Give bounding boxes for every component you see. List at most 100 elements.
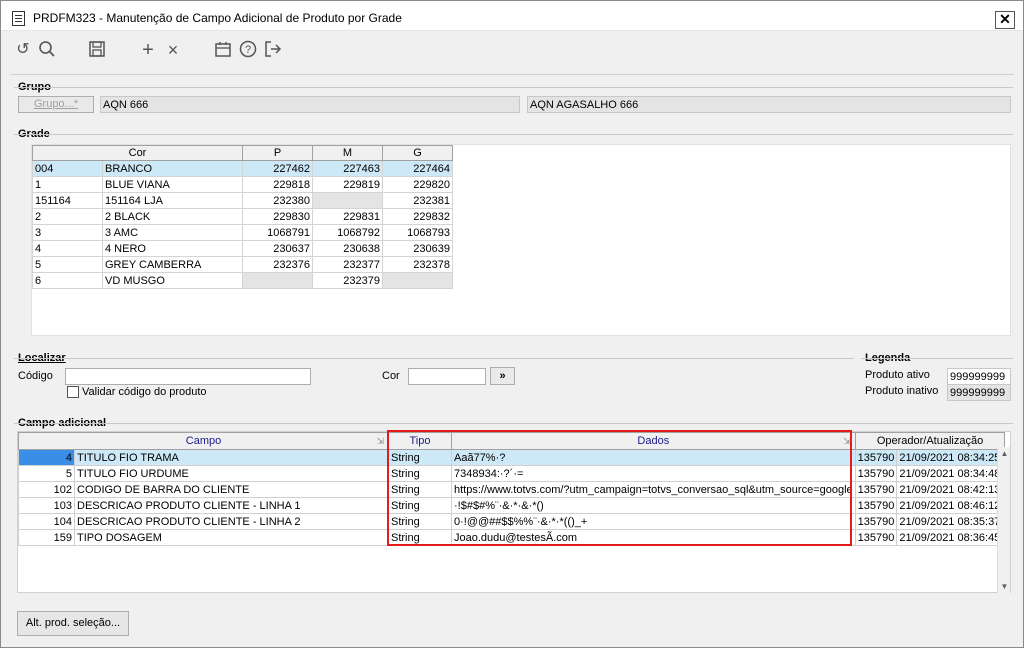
grade-cell-p[interactable] xyxy=(242,272,313,289)
campo-cell-num[interactable]: 5 xyxy=(18,465,75,482)
grade-cell-m[interactable]: 229831 xyxy=(312,208,383,225)
save-icon[interactable] xyxy=(87,40,107,60)
campo-cell-nome[interactable]: TIPO DOSAGEM xyxy=(74,529,389,546)
campo-cell-nome[interactable]: TITULO FIO URDUME xyxy=(74,465,389,482)
grade-row[interactable]: 5 GREY CAMBERRA 232376 232377 232378 xyxy=(32,256,453,273)
grade-cell-m[interactable]: 229819 xyxy=(312,176,383,193)
grade-cell-g[interactable]: 227464 xyxy=(382,160,453,177)
window-title: PRDFM323 - Manutenção de Campo Adicional… xyxy=(33,11,402,25)
exit-icon[interactable] xyxy=(263,40,283,60)
grade-cell-name[interactable]: VD MUSGO xyxy=(102,272,243,289)
grade-cell-m[interactable] xyxy=(312,192,383,209)
alt-prod-selecao-button[interactable]: Alt. prod. seleção... xyxy=(17,611,129,636)
grade-cell-p[interactable]: 1068791 xyxy=(242,224,313,241)
grade-cell-code[interactable]: 4 xyxy=(32,240,103,257)
header-operador[interactable]: Operador/Atualização xyxy=(854,432,1006,450)
campo-cell-data[interactable]: 21/09/2021 08:46:12 xyxy=(896,497,1006,514)
grade-cell-g[interactable]: 229832 xyxy=(382,208,453,225)
grade-cell-p[interactable]: 232380 xyxy=(242,192,313,209)
grade-row[interactable]: 2 2 BLACK 229830 229831 229832 xyxy=(32,208,453,225)
localizar-go-button[interactable]: » xyxy=(490,367,515,385)
grade-cell-g[interactable]: 232378 xyxy=(382,256,453,273)
grade-row[interactable]: 004 BRANCO 227462 227463 227464 xyxy=(32,160,453,177)
campo-cell-operador[interactable]: 135790 xyxy=(854,497,898,514)
grade-cell-g[interactable]: 230639 xyxy=(382,240,453,257)
scroll-down-icon[interactable]: ▼ xyxy=(998,580,1011,593)
campo-cell-num[interactable]: 159 xyxy=(18,529,75,546)
grade-cell-g[interactable]: 232381 xyxy=(382,192,453,209)
scroll-up-icon[interactable]: ▲ xyxy=(998,447,1011,460)
validar-checkbox[interactable] xyxy=(67,386,79,398)
grade-cell-p[interactable]: 229830 xyxy=(242,208,313,225)
grade-row[interactable]: 151164 151164 LJA 232380 232381 xyxy=(32,192,453,209)
calendar-icon[interactable] xyxy=(213,40,233,60)
campo-cell-data[interactable]: 21/09/2021 08:35:37 xyxy=(896,513,1006,530)
campo-cell-operador[interactable]: 135790 xyxy=(854,529,898,546)
close-button[interactable]: ✕ xyxy=(995,11,1015,29)
search-icon[interactable] xyxy=(37,40,57,60)
grade-cell-code[interactable]: 6 xyxy=(32,272,103,289)
header-campo[interactable]: Campo ⇲ xyxy=(18,432,389,450)
grade-cell-m[interactable]: 232377 xyxy=(312,256,383,273)
svg-text:?: ? xyxy=(245,44,251,56)
grade-cell-p[interactable]: 229818 xyxy=(242,176,313,193)
campo-cell-nome[interactable]: TITULO FIO TRAMA xyxy=(74,449,389,466)
grade-cell-p[interactable]: 230637 xyxy=(242,240,313,257)
grade-cell-name[interactable]: BRANCO xyxy=(102,160,243,177)
grade-header-p[interactable]: P xyxy=(242,145,313,161)
grade-cell-g[interactable] xyxy=(382,272,453,289)
grade-row[interactable]: 3 3 AMC 1068791 1068792 1068793 xyxy=(32,224,453,241)
grade-cell-g[interactable]: 1068793 xyxy=(382,224,453,241)
campo-cell-data[interactable]: 21/09/2021 08:34:25 xyxy=(896,449,1006,466)
refresh-icon[interactable]: ↺ xyxy=(13,40,33,60)
grade-header-g[interactable]: G xyxy=(382,145,453,161)
delete-icon[interactable]: × xyxy=(163,40,183,60)
grade-grid[interactable]: Cor P M G 004 BRANCO 227462 227463 22746… xyxy=(31,144,1011,336)
help-icon[interactable]: ? xyxy=(238,40,258,60)
grade-cell-code[interactable]: 2 xyxy=(32,208,103,225)
grade-cell-name[interactable]: 2 BLACK xyxy=(102,208,243,225)
campo-cell-num[interactable]: 103 xyxy=(18,497,75,514)
grade-cell-m[interactable]: 230638 xyxy=(312,240,383,257)
campo-cell-num[interactable]: 104 xyxy=(18,513,75,530)
grade-cell-name[interactable]: 3 AMC xyxy=(102,224,243,241)
grade-cell-g[interactable]: 229820 xyxy=(382,176,453,193)
grade-cell-p[interactable]: 227462 xyxy=(242,160,313,177)
campo-cell-num[interactable]: 4 xyxy=(18,449,75,466)
campo-cell-data[interactable]: 21/09/2021 08:42:13 xyxy=(896,481,1006,498)
grade-cell-m[interactable]: 1068792 xyxy=(312,224,383,241)
grade-cell-code[interactable]: 5 xyxy=(32,256,103,273)
campo-cell-data[interactable]: 21/09/2021 08:36:45 xyxy=(896,529,1006,546)
validar-checkbox-label: Validar código do produto xyxy=(82,386,207,398)
campo-cell-data[interactable]: 21/09/2021 08:34:48 xyxy=(896,465,1006,482)
grade-row[interactable]: 6 VD MUSGO 232379 xyxy=(32,272,453,289)
grade-cell-name[interactable]: GREY CAMBERRA xyxy=(102,256,243,273)
grade-cell-code[interactable]: 004 xyxy=(32,160,103,177)
campo-cell-operador[interactable]: 135790 xyxy=(854,481,898,498)
grupo-button[interactable]: Grupo...* xyxy=(18,96,94,113)
grade-cell-name[interactable]: 151164 LJA xyxy=(102,192,243,209)
grade-header-m[interactable]: M xyxy=(312,145,383,161)
campo-cell-nome[interactable]: DESCRICAO PRODUTO CLIENTE - LINHA 2 xyxy=(74,513,389,530)
campo-vertical-scrollbar[interactable]: ▲ ▼ xyxy=(997,447,1010,593)
grade-cell-code[interactable]: 151164 xyxy=(32,192,103,209)
campo-cell-num[interactable]: 102 xyxy=(18,481,75,498)
grade-row[interactable]: 1 BLUE VIANA 229818 229819 229820 xyxy=(32,176,453,193)
cor-input[interactable] xyxy=(408,368,486,385)
add-icon[interactable]: + xyxy=(138,40,158,60)
grade-cell-code[interactable]: 3 xyxy=(32,224,103,241)
grade-cell-p[interactable]: 232376 xyxy=(242,256,313,273)
grade-cell-name[interactable]: 4 NERO xyxy=(102,240,243,257)
grade-cell-m[interactable]: 227463 xyxy=(312,160,383,177)
campo-cell-nome[interactable]: DESCRICAO PRODUTO CLIENTE - LINHA 1 xyxy=(74,497,389,514)
campo-cell-operador[interactable]: 135790 xyxy=(854,465,898,482)
campo-cell-operador[interactable]: 135790 xyxy=(854,449,898,466)
campo-cell-operador[interactable]: 135790 xyxy=(854,513,898,530)
campo-cell-nome[interactable]: CODIGO DE BARRA DO CLIENTE xyxy=(74,481,389,498)
grade-cell-name[interactable]: BLUE VIANA xyxy=(102,176,243,193)
codigo-input[interactable] xyxy=(65,368,311,385)
grade-header-cor[interactable]: Cor xyxy=(32,145,243,161)
grade-cell-m[interactable]: 232379 xyxy=(312,272,383,289)
grade-row[interactable]: 4 4 NERO 230637 230638 230639 xyxy=(32,240,453,257)
grade-cell-code[interactable]: 1 xyxy=(32,176,103,193)
